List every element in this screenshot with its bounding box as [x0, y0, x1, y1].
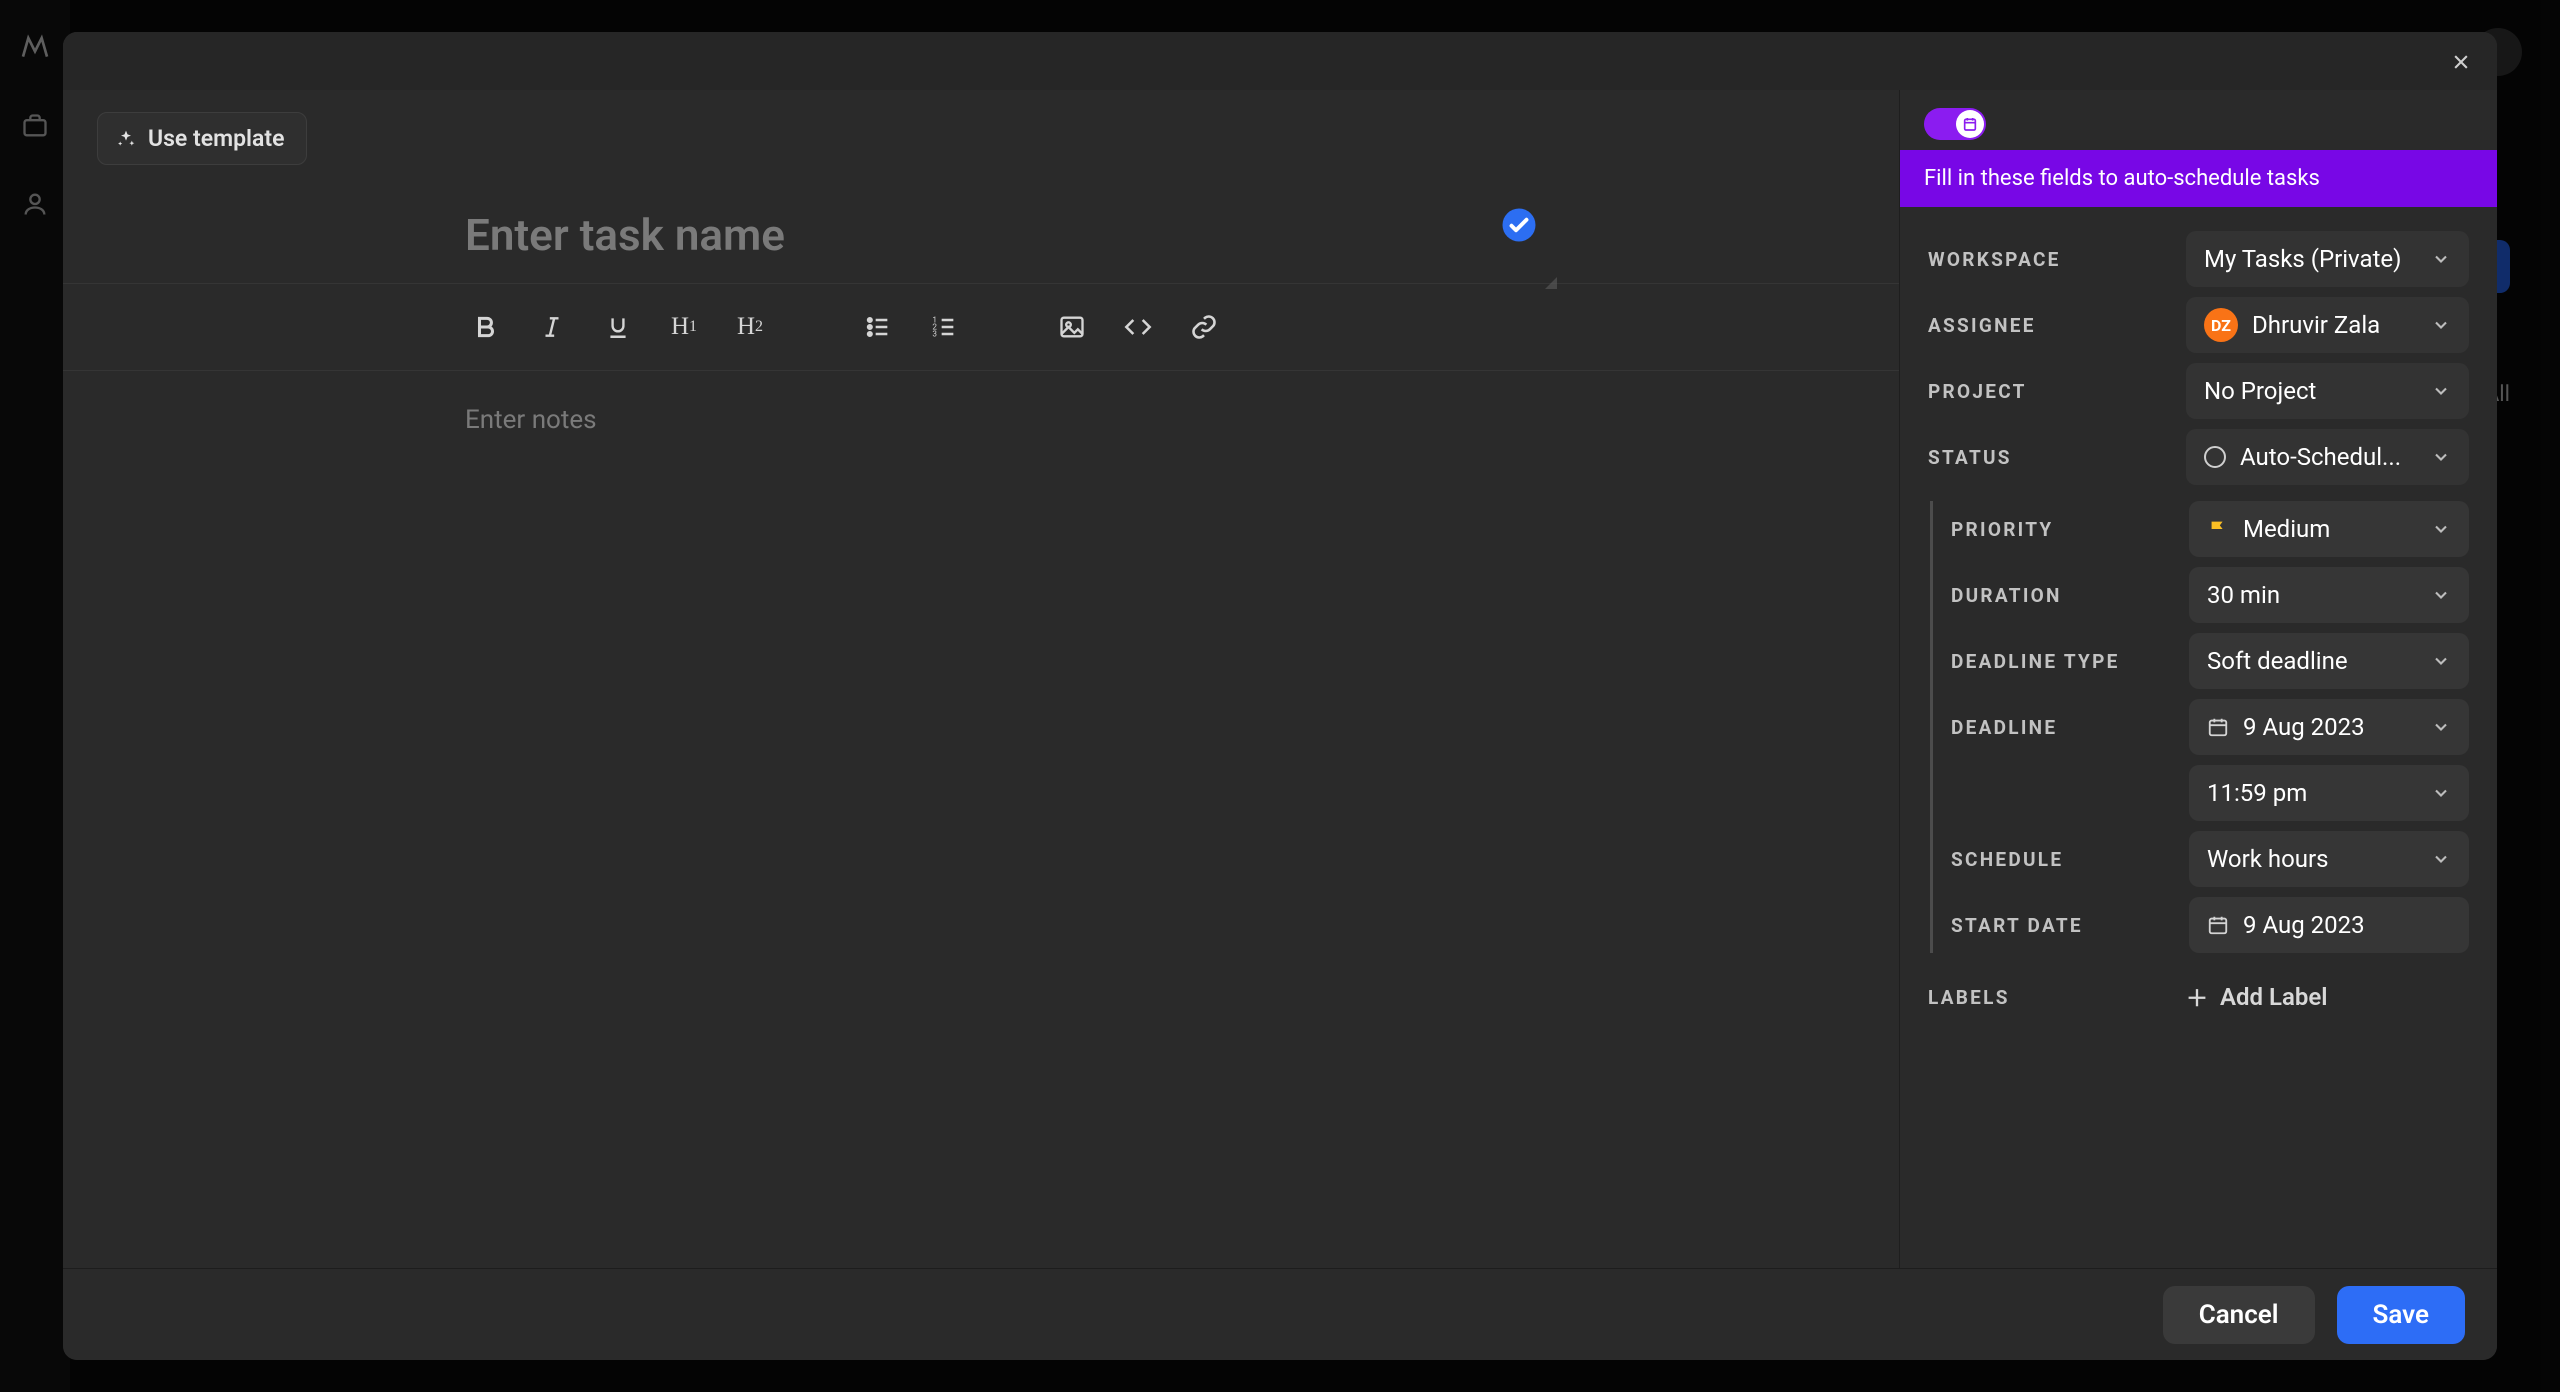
- use-template-button[interactable]: Use template: [97, 112, 307, 165]
- close-button[interactable]: [2445, 46, 2477, 78]
- calendar-icon: [2207, 716, 2229, 738]
- chevron-down-icon: [2431, 717, 2451, 737]
- assignee-value: Dhruvir Zala: [2252, 311, 2380, 339]
- status-circle-icon: [2204, 446, 2226, 468]
- schedule-label: Schedule: [1951, 848, 2189, 871]
- editor-pane: Use template Enter task name: [63, 90, 1899, 1268]
- chevron-down-icon: [2431, 315, 2451, 335]
- resize-handle[interactable]: [1543, 275, 1557, 289]
- add-label-text: Add Label: [2220, 983, 2328, 1011]
- image-icon: [1058, 313, 1086, 341]
- duration-select[interactable]: 30 min: [2189, 567, 2469, 623]
- workspace-value: My Tasks (Private): [2204, 245, 2402, 273]
- start-date-label: Start Date: [1951, 914, 2189, 937]
- schedule-select[interactable]: Work hours: [2189, 831, 2469, 887]
- deadline-time-value: 11:59 pm: [2207, 779, 2307, 807]
- flag-icon: [2207, 518, 2229, 540]
- editor-toolbar: H1 H2 123: [63, 283, 1899, 371]
- duration-label: Duration: [1951, 584, 2189, 607]
- deadline-type-value: Soft deadline: [2207, 647, 2348, 675]
- chevron-down-icon: [2431, 249, 2451, 269]
- underline-button[interactable]: [597, 306, 639, 348]
- deadline-date-select[interactable]: 9 Aug 2023: [2189, 699, 2469, 755]
- assignee-select[interactable]: DZ Dhruvir Zala: [2186, 297, 2469, 353]
- h1-button[interactable]: H1: [663, 306, 705, 348]
- link-icon: [1190, 313, 1218, 341]
- chevron-down-icon: [2431, 783, 2451, 803]
- duration-value: 30 min: [2207, 581, 2280, 609]
- notes-input[interactable]: Enter notes: [465, 405, 1859, 605]
- italic-button[interactable]: [531, 306, 573, 348]
- close-icon: [2451, 52, 2471, 72]
- toggle-knob: [1956, 110, 1984, 138]
- priority-label: Priority: [1951, 518, 2189, 541]
- priority-select[interactable]: Medium: [2189, 501, 2469, 557]
- bullet-list-button[interactable]: [857, 306, 899, 348]
- auto-schedule-toggle[interactable]: [1924, 108, 1986, 140]
- deadline-time-select[interactable]: 11:59 pm: [2189, 765, 2469, 821]
- use-template-label: Use template: [148, 125, 284, 152]
- bullet-list-icon: [864, 313, 892, 341]
- cancel-button[interactable]: Cancel: [2163, 1286, 2315, 1344]
- italic-icon: [539, 314, 565, 340]
- calendar-icon: [2207, 914, 2229, 936]
- underline-icon: [605, 314, 631, 340]
- auto-schedule-fields: Priority Medium Duration 30 min: [1930, 501, 2469, 953]
- chevron-down-icon: [2431, 519, 2451, 539]
- code-button[interactable]: [1117, 306, 1159, 348]
- priority-value: Medium: [2243, 515, 2330, 543]
- deadline-label: Deadline: [1951, 716, 2189, 739]
- add-label-button[interactable]: ＋ Add Label: [2186, 981, 2328, 1013]
- project-select[interactable]: No Project: [2186, 363, 2469, 419]
- start-date-select[interactable]: 9 Aug 2023: [2189, 897, 2469, 953]
- labels-label: Labels: [1928, 986, 2186, 1009]
- auto-schedule-hint: Fill in these fields to auto-schedule ta…: [1900, 150, 2497, 207]
- save-button[interactable]: Save: [2337, 1286, 2466, 1344]
- code-icon: [1124, 313, 1152, 341]
- workspace-select[interactable]: My Tasks (Private): [2186, 231, 2469, 287]
- title-complete-toggle[interactable]: [1501, 207, 1537, 247]
- deadline-type-select[interactable]: Soft deadline: [2189, 633, 2469, 689]
- chevron-down-icon: [2431, 585, 2451, 605]
- sparkle-icon: [116, 129, 136, 149]
- svg-text:3: 3: [932, 328, 937, 338]
- chevron-down-icon: [2431, 651, 2451, 671]
- chevron-down-icon: [2431, 849, 2451, 869]
- bold-icon: [473, 314, 499, 340]
- project-value: No Project: [2204, 377, 2316, 405]
- h2-button[interactable]: H2: [729, 306, 771, 348]
- task-title-input[interactable]: Enter task name: [465, 209, 1859, 265]
- project-label: Project: [1928, 380, 2186, 403]
- number-list-button[interactable]: 123: [923, 306, 965, 348]
- schedule-value: Work hours: [2207, 845, 2329, 873]
- check-circle-icon: [1501, 207, 1537, 243]
- chevron-down-icon: [2431, 447, 2451, 467]
- assignee-avatar: DZ: [2204, 308, 2238, 342]
- status-label: Status: [1928, 446, 2186, 469]
- workspace-label: Workspace: [1928, 248, 2186, 271]
- task-modal: Use template Enter task name: [63, 32, 2497, 1360]
- details-pane: Fill in these fields to auto-schedule ta…: [1899, 90, 2497, 1268]
- modal-footer: Cancel Save: [63, 1268, 2497, 1360]
- status-value: Auto-Schedul...: [2240, 443, 2401, 471]
- bold-button[interactable]: [465, 306, 507, 348]
- number-list-icon: 123: [930, 313, 958, 341]
- modal-titlebar: [63, 32, 2497, 90]
- chevron-down-icon: [2431, 381, 2451, 401]
- deadline-date-value: 9 Aug 2023: [2243, 713, 2365, 741]
- plus-icon: ＋: [2186, 981, 2208, 1013]
- status-select[interactable]: Auto-Schedul...: [2186, 429, 2469, 485]
- deadline-type-label: Deadline Type: [1951, 650, 2189, 673]
- link-button[interactable]: [1183, 306, 1225, 348]
- start-date-value: 9 Aug 2023: [2243, 911, 2365, 939]
- image-button[interactable]: [1051, 306, 1093, 348]
- assignee-label: Assignee: [1928, 314, 2186, 337]
- calendar-auto-icon: [1962, 116, 1978, 132]
